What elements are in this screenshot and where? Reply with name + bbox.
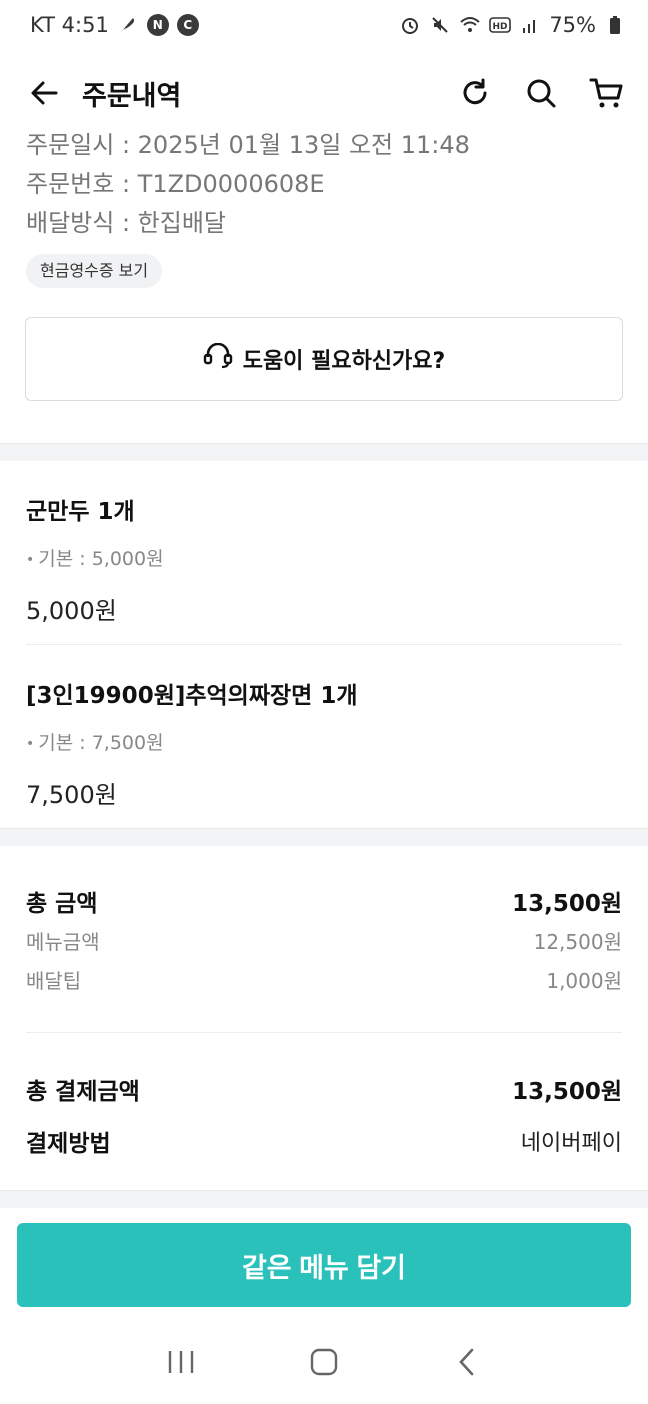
- battery-icon: [604, 14, 626, 36]
- app-header: 주문내역: [0, 58, 648, 128]
- recent-apps-icon[interactable]: [156, 1337, 206, 1387]
- mute-icon: [429, 14, 451, 36]
- wifi-icon: [459, 14, 481, 36]
- menu-item: [3인19900원]추억의짜장면 1개 • 기본 : 7,500원 7,500원: [26, 676, 622, 810]
- hd-icon: HD: [489, 14, 512, 36]
- status-left: KT 4:51 N C: [30, 13, 199, 37]
- header-actions: [456, 74, 626, 112]
- delivery-tip-value: 1,000원: [546, 968, 622, 993]
- menu-amount-row: 메뉴금액 12,500원: [26, 920, 622, 960]
- section-divider: [0, 828, 648, 846]
- payment-total-label: 총 결제금액: [26, 1079, 140, 1105]
- order-number: 주문번호 : T1ZD0000608E: [26, 170, 325, 198]
- price-summary: 총 금액 13,500원 메뉴금액 12,500원 배달팁 1,000원: [26, 884, 622, 998]
- totals-separator: [26, 1032, 622, 1033]
- menu-amount-label: 메뉴금액: [26, 929, 100, 954]
- delivery-method: 배달방식 : 한집배달: [26, 209, 226, 237]
- home-icon[interactable]: [299, 1337, 349, 1387]
- payment-total-value: 13,500원: [512, 1079, 622, 1105]
- item-option: • 기본 : 7,500원: [26, 728, 622, 755]
- back-nav-icon[interactable]: [442, 1337, 492, 1387]
- item-separator: [26, 644, 622, 645]
- item-option-text: 기본 : 5,000원: [38, 548, 164, 570]
- c-badge-icon: C: [176, 14, 199, 36]
- status-right: HD 75%: [399, 13, 626, 37]
- bullet-icon: •: [26, 551, 35, 568]
- order-info: 주문일시 : 2025년 01월 13일 오전 11:48 주문번호 : T1Z…: [26, 126, 622, 288]
- item-name: [3인19900원]추억의짜장면 1개: [26, 683, 358, 709]
- menu-item: 군만두 1개 • 기본 : 5,000원 5,000원: [26, 492, 622, 626]
- payment-summary: 총 결제금액 13,500원 결제방법 네이버페이: [26, 1070, 622, 1160]
- system-nav-bar: [0, 1320, 648, 1404]
- help-label: 도움이 필요하신가요?: [242, 349, 446, 374]
- status-bar: KT 4:51 N C HD 75%: [0, 0, 648, 50]
- feather-icon: [117, 14, 139, 36]
- help-button[interactable]: 도움이 필요하신가요?: [25, 317, 623, 401]
- total-amount-row: 총 금액 13,500원: [26, 884, 622, 918]
- menu-amount-value: 12,500원: [533, 929, 622, 954]
- refresh-icon[interactable]: [456, 74, 494, 112]
- order-date: 주문일시 : 2025년 01월 13일 오전 11:48: [26, 131, 470, 159]
- payment-method-value: 네이버페이: [520, 1131, 622, 1156]
- search-icon[interactable]: [522, 74, 560, 112]
- payment-method-label: 결제방법: [26, 1131, 111, 1157]
- svg-text:HD: HD: [493, 22, 508, 32]
- carrier-time: KT 4:51: [30, 13, 109, 37]
- item-option: • 기본 : 5,000원: [26, 544, 622, 571]
- battery-percent: 75%: [549, 13, 596, 37]
- n-badge-icon: N: [146, 14, 169, 36]
- total-amount-label: 총 금액: [26, 891, 98, 917]
- payment-total-row: 총 결제금액 13,500원: [26, 1070, 622, 1108]
- item-name: 군만두 1개: [26, 499, 135, 525]
- total-amount-value: 13,500원: [512, 891, 622, 917]
- back-arrow-icon[interactable]: [26, 75, 62, 111]
- item-option-text: 기본 : 7,500원: [38, 732, 164, 754]
- headset-icon: [203, 342, 233, 375]
- item-price: 7,500원: [26, 781, 117, 809]
- delivery-tip-label: 배달팁: [26, 968, 82, 993]
- add-same-menu-button[interactable]: 같은 메뉴 담기: [17, 1223, 631, 1307]
- section-divider: [0, 1190, 648, 1208]
- section-divider: [0, 443, 648, 461]
- cash-receipt-button[interactable]: 현금영수증 보기: [26, 254, 163, 288]
- item-price: 5,000원: [26, 597, 117, 625]
- bullet-icon: •: [26, 735, 35, 752]
- page-title: 주문내역: [82, 80, 182, 112]
- payment-method-row: 결제방법 네이버페이: [26, 1122, 622, 1160]
- delivery-tip-row: 배달팁 1,000원: [26, 960, 622, 998]
- alarm-icon: [399, 14, 421, 36]
- cart-icon[interactable]: [588, 74, 626, 112]
- signal-icon: [519, 14, 541, 36]
